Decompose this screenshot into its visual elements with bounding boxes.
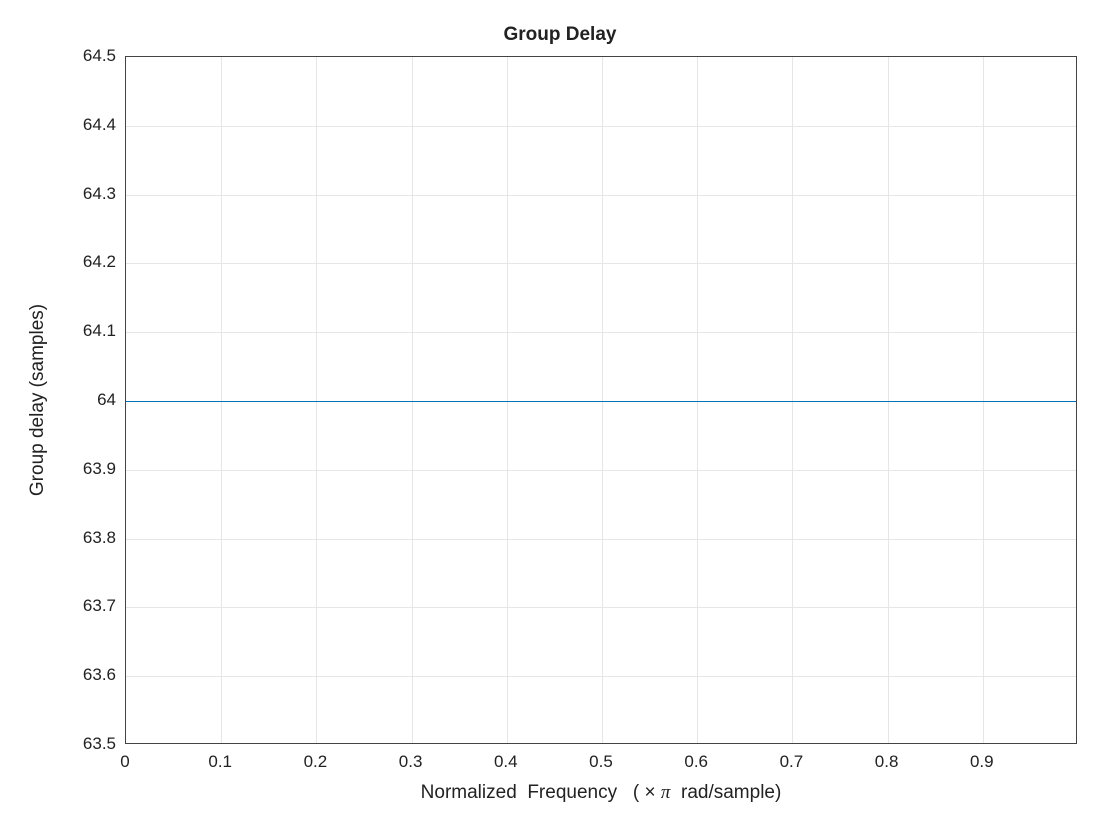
x-tick-label: 0.6 [684,752,708,772]
x-tick-label: 0.7 [780,752,804,772]
grid-line-vertical [697,57,698,743]
x-tick-label: 0.8 [875,752,899,772]
y-tick-label: 64.2 [36,252,116,272]
y-tick-label: 64.3 [36,184,116,204]
grid-line-vertical [507,57,508,743]
y-tick-label: 63.6 [36,665,116,685]
grid-line-vertical [602,57,603,743]
grid-line-horizontal [126,126,1076,127]
grid-line-horizontal [126,470,1076,471]
plot-area [125,56,1077,744]
x-tick-label: 0.5 [589,752,613,772]
grid-line-vertical [412,57,413,743]
y-tick-label: 64.1 [36,321,116,341]
grid-line-horizontal [126,263,1076,264]
x-tick-label: 0.3 [399,752,423,772]
grid-line-horizontal [126,607,1076,608]
grid-line-horizontal [126,539,1076,540]
y-tick-label: 64.5 [36,46,116,66]
x-tick-label: 0 [120,752,129,772]
y-tick-label: 64.4 [36,115,116,135]
grid-line-vertical [316,57,317,743]
grid-line-horizontal [126,332,1076,333]
y-tick-label: 63.5 [36,734,116,754]
grid-line-horizontal [126,676,1076,677]
data-line [126,401,1076,402]
y-tick-label: 63.8 [36,528,116,548]
grid-line-vertical [983,57,984,743]
pi-symbol: π [661,782,671,803]
grid-line-horizontal [126,195,1076,196]
y-tick-label: 63.9 [36,459,116,479]
x-tick-label: 0.1 [208,752,232,772]
x-axis-label-text-1: Normalized Frequency ( × [421,782,661,803]
grid-line-vertical [792,57,793,743]
x-tick-label: 0.4 [494,752,518,772]
y-tick-label: 64 [36,390,116,410]
x-axis-label: Normalized Frequency ( × π rad/sample) [125,782,1077,804]
chart-figure: Group Delay Normalized Frequency ( × π r… [0,0,1120,840]
grid-line-vertical [221,57,222,743]
x-tick-label: 0.2 [304,752,328,772]
x-tick-label: 0.9 [970,752,994,772]
y-tick-label: 63.7 [36,596,116,616]
grid-line-vertical [888,57,889,743]
chart-title: Group Delay [0,24,1120,46]
x-axis-label-text-2: rad/sample) [670,782,781,803]
